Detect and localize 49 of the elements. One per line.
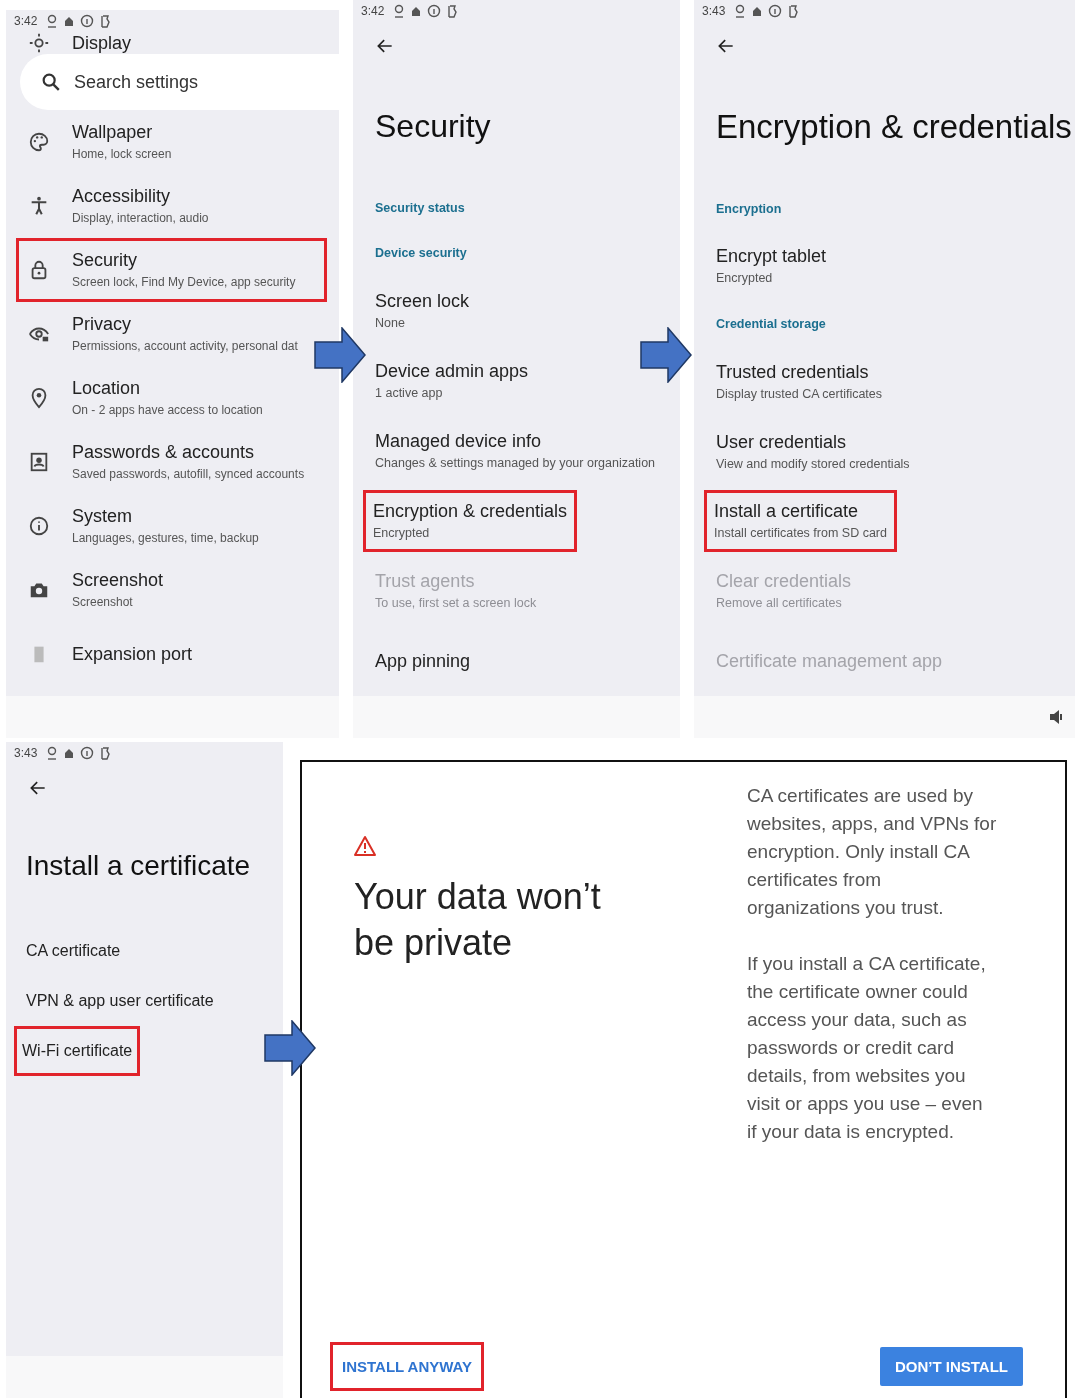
settings-item[interactable]: Expansion port [6,622,309,686]
section-header: Encryption [715,200,782,218]
page-title: Install a certificate [26,850,252,882]
dialog-message: If you install a CA certificate, the certificate owner could access your data, such as passwords or credit card details, from websites you visit or apps you use – even if your data is encrypted. [747,952,987,1144]
dialog-title: Your data won’t be private [354,875,602,965]
settings-item[interactable]: Wallpaper Home, lock screen [6,110,309,174]
settings-item[interactable]: Wi-Fi certificate [14,1026,141,1076]
arrow-icon [640,327,692,383]
palette-icon [28,131,50,153]
section-header: Security status [374,199,465,217]
settings-item[interactable]: Screen lock None [353,276,492,347]
warning-icon [354,836,376,856]
search-field[interactable]: Search settings [20,54,339,110]
settings-item[interactable]: Display [72,32,132,54]
contact-card-icon [28,451,50,473]
status-time: 3:42 [361,4,385,18]
speaker-icon[interactable] [1049,709,1065,725]
install-anyway-button[interactable]: INSTALL ANYWAY [330,1341,484,1391]
settings-item[interactable]: VPN & app user certificate [6,976,234,1026]
dont-install-button[interactable]: DON’T INSTALL [879,1346,1023,1386]
settings-item[interactable]: Passwords & accounts Saved passwords, autofill, synced accounts [6,430,309,494]
page-title: Encryption & credentials [716,108,1073,146]
arrow-icon [314,327,366,383]
settings-item[interactable]: User credentials View and modify stored credentials [694,416,932,487]
arrow-icon [264,1020,316,1076]
settings-item[interactable]: Encryption & credentials Encrypted [363,490,578,553]
settings-item[interactable]: Device admin apps 1 active app [353,346,551,417]
search-icon [40,71,62,93]
settings-item[interactable]: App pinning [353,626,493,696]
settings-item[interactable]: Screenshot Screenshot [6,558,309,622]
settings-item[interactable]: Location On - 2 apps have access to location [6,366,309,430]
settings-item[interactable]: Install a certificate Install certificates from SD card [704,490,897,553]
settings-item[interactable]: System Languages, gestures, time, backup [6,494,309,558]
page-title: Security [375,108,492,145]
settings-item[interactable]: Trusted credentials Display trusted CA certificates [694,346,905,417]
status-time: 3:42 [14,14,38,28]
settings-item[interactable]: Managed device info Changes & settings managed by your organization [353,416,678,487]
status-time: 3:43 [14,746,38,760]
section-header: Credential storage [715,316,826,334]
section-header: Device security [374,245,467,263]
info-icon [28,515,50,537]
dialog-message: CA certificates are used by websites, apps, and VPNs for encryption. Only install CA certificates from organizations you trust. [747,784,997,920]
settings-item[interactable]: Security Screen lock, Find My Device, app security [16,238,327,302]
status-time: 3:43 [702,4,726,18]
settings-item[interactable]: Accessibility Display, interaction, audio [6,174,309,238]
settings-item[interactable]: Privacy Permissions, account activity, personal dat [6,302,309,366]
settings-item[interactable]: CA certificate [6,926,141,976]
settings-item[interactable]: Encrypt tablet Encrypted [694,231,849,302]
brightness-icon [28,32,50,54]
